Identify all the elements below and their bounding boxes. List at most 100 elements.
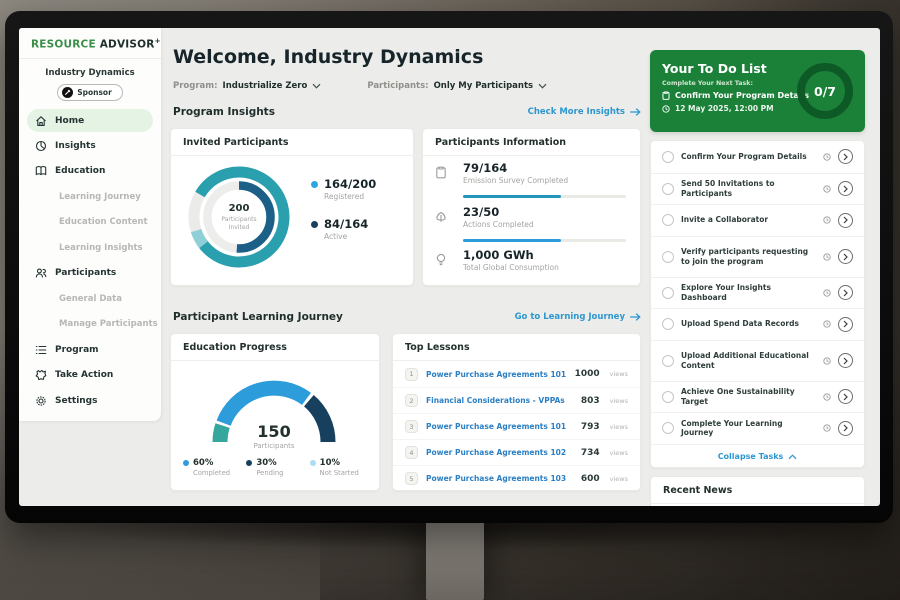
arrow-right-icon: [630, 313, 641, 321]
lesson-row[interactable]: 1 Power Purchase Agreements 101 1000 vie…: [393, 361, 640, 387]
info-value: 79/164: [463, 161, 626, 175]
sidebar-item-participants[interactable]: Participants: [19, 261, 161, 287]
sidebar-item-label: Education: [55, 166, 105, 176]
participants-dropdown[interactable]: Participants: Only My Participants: [367, 81, 547, 91]
participants-label: Participants:: [367, 81, 428, 91]
chevron-right-icon[interactable]: [838, 249, 853, 264]
monitor-bezel: RESOURCE ADVISOR+ Industry Dynamics Spon…: [5, 11, 893, 523]
chevron-right-icon[interactable]: [838, 181, 853, 196]
recent-news-card: Recent News: [650, 476, 865, 506]
collapse-tasks-link[interactable]: Collapse Tasks: [651, 444, 864, 469]
legend-label: Active: [324, 232, 368, 241]
todo-checkbox[interactable]: [662, 318, 674, 330]
education-progress-card: Education Progress 150 Participants 60% …: [170, 333, 380, 491]
sidebar-item-education-content[interactable]: Education Content: [19, 210, 161, 236]
chevron-right-icon[interactable]: [838, 421, 853, 436]
todo-checkbox[interactable]: [662, 391, 674, 403]
legend-not-started: 10% Not Started: [310, 458, 373, 477]
legend-dot: [246, 460, 252, 466]
participants-icon: [35, 267, 47, 279]
sidebar-item-program[interactable]: Program: [19, 337, 161, 363]
todo-checkbox[interactable]: [662, 214, 674, 226]
todo-item[interactable]: Invite a Collaborator: [651, 204, 864, 236]
todo-checkbox[interactable]: [662, 183, 674, 195]
organization-name: Industry Dynamics: [19, 68, 161, 78]
lesson-link[interactable]: Power Purchase Agreements 101: [426, 422, 573, 431]
todo-item[interactable]: Achieve One Sustainability Target: [651, 381, 864, 413]
legend-value: 164/200: [324, 177, 376, 191]
chevron-right-icon[interactable]: [838, 213, 853, 228]
legend-dot: [310, 460, 316, 466]
link-label: Check More Insights: [528, 107, 625, 117]
chevron-right-icon[interactable]: [838, 317, 853, 332]
sidebar-item-general-data[interactable]: General Data: [19, 286, 161, 312]
sidebar-item-home[interactable]: Home: [27, 109, 153, 132]
info-value: 1,000 GWh: [463, 248, 626, 262]
lesson-link[interactable]: Power Purchase Agreements 101: [426, 370, 567, 379]
chevron-right-icon[interactable]: [838, 353, 853, 368]
sidebar-item-label: Take Action: [55, 370, 113, 380]
actions-progress-bar: [463, 239, 626, 242]
todo-item-label: Send 50 Invitations to Participants: [681, 179, 816, 199]
lesson-row[interactable]: 5 Power Purchase Agreements 103 600 view…: [393, 465, 640, 491]
program-dropdown[interactable]: Program: Industrialize Zero: [173, 81, 321, 91]
chevron-right-icon[interactable]: [838, 149, 853, 164]
lesson-row[interactable]: 2 Financial Considerations - VPPAs 803 v…: [393, 387, 640, 413]
sidebar-item-label: Settings: [55, 396, 97, 406]
todo-item[interactable]: Send 50 Invitations to Participants: [651, 173, 864, 205]
lesson-link[interactable]: Financial Considerations - VPPAs: [426, 396, 573, 405]
top-lessons-card: Top Lessons 1 Power Purchase Agreements …: [392, 333, 641, 491]
sidebar-item-take-action[interactable]: Take Action: [19, 363, 161, 389]
program-insights-header: Program Insights Check More Insights: [173, 106, 641, 118]
clock-icon: [823, 357, 831, 365]
survey-progress-bar: [463, 195, 626, 198]
legend-label: Completed: [193, 469, 246, 477]
info-label: Actions Completed: [463, 220, 626, 229]
legend-dot: [311, 221, 318, 228]
lesson-row[interactable]: 3 Power Purchase Agreements 101 793 view…: [393, 413, 640, 439]
sidebar-item-label: Home: [55, 116, 84, 126]
todo-checkbox[interactable]: [662, 251, 674, 263]
sidebar-item-education[interactable]: Education: [19, 159, 161, 185]
lesson-row[interactable]: 4 Power Purchase Agreements 102 734 view…: [393, 439, 640, 465]
sidebar-item-manage-participants[interactable]: Manage Participants: [19, 312, 161, 338]
todo-checkbox[interactable]: [662, 151, 674, 163]
chevron-down-icon: [538, 83, 547, 89]
legend-pct: 30%: [256, 458, 276, 468]
todo-checkbox[interactable]: [662, 422, 674, 434]
lesson-link[interactable]: Power Purchase Agreements 102: [426, 448, 573, 457]
sidebar-item-learning-insights[interactable]: Learning Insights: [19, 235, 161, 261]
sidebar-item-learning-journey[interactable]: Learning Journey: [19, 184, 161, 210]
go-to-learning-journey-link[interactable]: Go to Learning Journey: [515, 312, 641, 322]
todo-checkbox[interactable]: [662, 355, 674, 367]
education-progress-gauge: 150 Participants: [199, 368, 349, 450]
chevron-right-icon[interactable]: [838, 285, 853, 300]
sidebar-item-label: Learning Journey: [59, 192, 141, 202]
todo-item[interactable]: Upload Additional Educational Content: [651, 340, 864, 381]
lesson-views: 600: [581, 474, 600, 484]
legend-pending: 30% Pending: [246, 458, 309, 477]
app-logo: RESOURCE ADVISOR+: [19, 28, 161, 59]
clock-icon: [823, 253, 831, 261]
todo-item[interactable]: Complete Your Learning Journey: [651, 412, 864, 444]
sidebar-item-label: Learning Insights: [59, 243, 143, 253]
sidebar-item-insights[interactable]: Insights: [19, 133, 161, 159]
todo-item-label: Upload Additional Educational Content: [681, 351, 816, 371]
lesson-link[interactable]: Power Purchase Agreements 103: [426, 474, 573, 483]
legend-dot: [183, 460, 189, 466]
sponsor-badge[interactable]: Sponsor: [57, 84, 123, 101]
todo-item[interactable]: Verify participants requesting to join t…: [651, 236, 864, 277]
invited-participants-donut: 200 Participants Invited: [183, 161, 295, 273]
chevron-right-icon[interactable]: [838, 389, 853, 404]
sidebar-item-settings[interactable]: Settings: [19, 388, 161, 414]
insights-icon: [35, 140, 47, 152]
todo-item[interactable]: Confirm Your Program Details: [651, 141, 864, 173]
todo-item[interactable]: Explore Your Insights Dashboard: [651, 277, 864, 309]
check-more-insights-link[interactable]: Check More Insights: [528, 107, 641, 117]
todo-item[interactable]: Upload Spend Data Records: [651, 308, 864, 340]
todo-checkbox[interactable]: [662, 287, 674, 299]
lesson-views: 793: [581, 422, 600, 432]
todo-list-card: Confirm Your Program Details Send 50 Inv…: [650, 140, 865, 468]
clock-icon: [662, 105, 670, 113]
sidebar-item-label: Insights: [55, 141, 96, 151]
